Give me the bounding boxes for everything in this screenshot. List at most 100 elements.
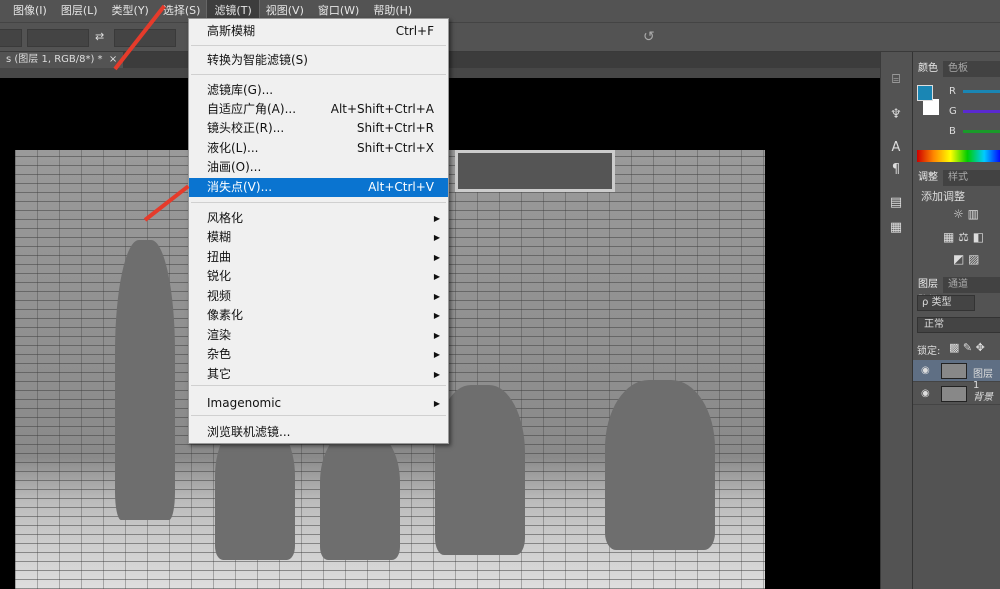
swap-icon[interactable]: ⇄ [95, 30, 104, 43]
levels-icon[interactable]: ▦ ⚖ ◧ [943, 230, 984, 244]
filter-menu-item[interactable]: 自适应广角(A)... Alt+Shift+Ctrl+A [189, 100, 448, 119]
foreground-color-swatch[interactable] [917, 85, 933, 101]
filter-menu: 高斯模糊 Ctrl+F 转换为智能滤镜(S) 滤镜库(G)... 自适应广角(A)...… [188, 18, 449, 444]
filter-menu-item[interactable]: 高斯模糊 Ctrl+F [189, 22, 448, 41]
menu-item-label: 消失点(V)... [207, 180, 273, 194]
menu-type[interactable]: 类型(Y) [105, 0, 156, 22]
color-spectrum[interactable] [917, 150, 1000, 162]
menu-layer[interactable]: 图层(L) [54, 0, 105, 22]
tab-color[interactable]: 颜色 [913, 61, 943, 77]
menu-item-label: 像素化 [207, 308, 244, 322]
filter-menu-item[interactable]: 其它 ▶ [189, 365, 448, 384]
filter-menu-item[interactable]: 渲染 ▶ [189, 326, 448, 345]
menu-separator [191, 74, 446, 75]
menu-item-label: 扭曲 [207, 250, 232, 264]
right-panels: 颜色色板 R G B 调整样式 添加调整 ☼ ▥ ▦ ⚖ ◧ ◩ ▨ 图层通道路… [912, 52, 1000, 589]
menu-item-shortcut: Ctrl+F [395, 24, 434, 38]
document-title: s (图层 1, RGB/8*) * [6, 54, 103, 65]
layer-row[interactable]: ◉ 背景 [913, 383, 1000, 405]
filter-menu-item[interactable]: 转换为智能滤镜(S) [189, 51, 448, 70]
visibility-eye-icon[interactable]: ◉ [921, 388, 930, 399]
layer-name: 背景 [973, 392, 993, 403]
option-select[interactable] [0, 29, 22, 47]
menu-image[interactable]: 图像(I) [6, 0, 54, 22]
history-icon[interactable]: ⌸ [888, 72, 904, 88]
channel-g-label: G [949, 106, 957, 117]
filter-menu-item[interactable]: 滤镜库(G)... [189, 81, 448, 100]
blend-mode-select[interactable]: 正常 [917, 317, 1000, 333]
r-slider[interactable] [963, 90, 1000, 93]
layer-row[interactable]: ◉ 图层 1 [913, 360, 1000, 391]
submenu-arrow-icon: ▶ [433, 311, 440, 320]
tab-adjustments[interactable]: 调整 [913, 170, 943, 186]
filter-menu-item[interactable]: 杂色 ▶ [189, 345, 448, 364]
menu-item-label: 滤镜库(G)... [207, 83, 274, 97]
background-color-swatch[interactable] [923, 99, 939, 115]
menu-item-label: 高斯模糊 [207, 24, 256, 38]
menu-separator [191, 415, 446, 416]
filter-menu-item[interactable]: 镜头校正(R)... Shift+Ctrl+R [189, 119, 448, 138]
visibility-eye-icon[interactable]: ◉ [921, 365, 930, 376]
menu-separator [191, 202, 446, 203]
add-adjustment-label: 添加调整 [921, 190, 965, 203]
filter-menu-item[interactable]: 消失点(V)... Alt+Ctrl+V [189, 178, 448, 197]
properties-icon[interactable]: ▤ [888, 195, 904, 211]
menu-item-label: 浏览联机滤镜... [207, 425, 291, 439]
layer-filter-select[interactable]: ρ 类型 [917, 295, 975, 311]
filter-menu-item[interactable]: 油画(O)... [189, 158, 448, 177]
tab-swatches[interactable]: 色板 [943, 61, 973, 77]
person [605, 380, 715, 550]
notes-icon[interactable]: ▦ [888, 220, 904, 236]
submenu-arrow-icon: ▶ [433, 331, 440, 340]
lock-label: 锁定: [917, 346, 941, 357]
brightness-icon[interactable]: ☼ ▥ [953, 207, 979, 221]
channel-b-label: B [949, 126, 956, 137]
tab-layers[interactable]: 图层 [913, 277, 943, 293]
filter-menu-item[interactable]: 锐化 ▶ [189, 267, 448, 286]
adjust-panel-tabs: 调整 样式 [913, 170, 1000, 186]
layers-panel-tabs: 图层通道路径 [913, 277, 1000, 306]
submenu-arrow-icon: ▶ [433, 399, 440, 408]
submenu-arrow-icon: ▶ [433, 233, 440, 242]
submenu-arrow-icon: ▶ [433, 292, 440, 301]
layer-thumbnail [941, 363, 967, 379]
tab-channels[interactable]: 通道 [943, 277, 973, 293]
filter-menu-item[interactable]: 液化(L)... Shift+Ctrl+X [189, 139, 448, 158]
g-slider[interactable] [963, 110, 1000, 113]
filter-menu-item[interactable]: 像素化 ▶ [189, 306, 448, 325]
menu-item-label: 视频 [207, 289, 232, 303]
character-icon[interactable]: A [888, 140, 904, 156]
menu-item-label: 镜头校正(R)... [207, 121, 285, 135]
invert-icon[interactable]: ◩ ▨ [953, 252, 980, 266]
filter-menu-item[interactable]: 模糊 ▶ [189, 228, 448, 247]
menu-item-shortcut: Shift+Ctrl+R [356, 121, 434, 135]
menu-item-label: Imagenomic [207, 396, 282, 410]
submenu-arrow-icon: ▶ [433, 253, 440, 262]
submenu-arrow-icon: ▶ [433, 272, 440, 281]
menu-item-label: 杂色 [207, 347, 232, 361]
filter-menu-item[interactable]: 扭曲 ▶ [189, 248, 448, 267]
tab-styles[interactable]: 样式 [943, 170, 973, 186]
menu-separator [191, 45, 446, 46]
submenu-arrow-icon: ▶ [433, 214, 440, 223]
menu-item-shortcut: Alt+Shift+Ctrl+A [330, 102, 434, 116]
filter-menu-item[interactable]: 浏览联机滤镜... [189, 423, 448, 442]
panel-dock-icons: ⌸ ♆ A ¶ ▤ ▦ [880, 52, 910, 589]
b-slider[interactable] [963, 130, 1000, 133]
document-tab[interactable]: s (图层 1, RGB/8*) * × [0, 52, 124, 68]
menu-item-shortcut: Shift+Ctrl+X [357, 141, 434, 155]
menu-separator [191, 385, 446, 386]
lock-icons[interactable]: ▩ ✎ ✥ [949, 341, 985, 354]
filter-menu-item[interactable]: 风格化 ▶ [189, 209, 448, 228]
width-field[interactable] [27, 29, 89, 47]
filter-menu-item[interactable]: Imagenomic ▶ [189, 394, 448, 413]
brush-presets-icon[interactable]: ♆ [888, 107, 904, 123]
menu-item-label: 渲染 [207, 328, 232, 342]
window-in-photo [455, 150, 615, 192]
submenu-arrow-icon: ▶ [433, 370, 440, 379]
paragraph-icon[interactable]: ¶ [888, 162, 904, 178]
undo-icon[interactable]: ↺ [643, 29, 655, 45]
menu-item-label: 油画(O)... [207, 160, 262, 174]
filter-menu-item[interactable]: 视频 ▶ [189, 287, 448, 306]
person [320, 430, 400, 560]
